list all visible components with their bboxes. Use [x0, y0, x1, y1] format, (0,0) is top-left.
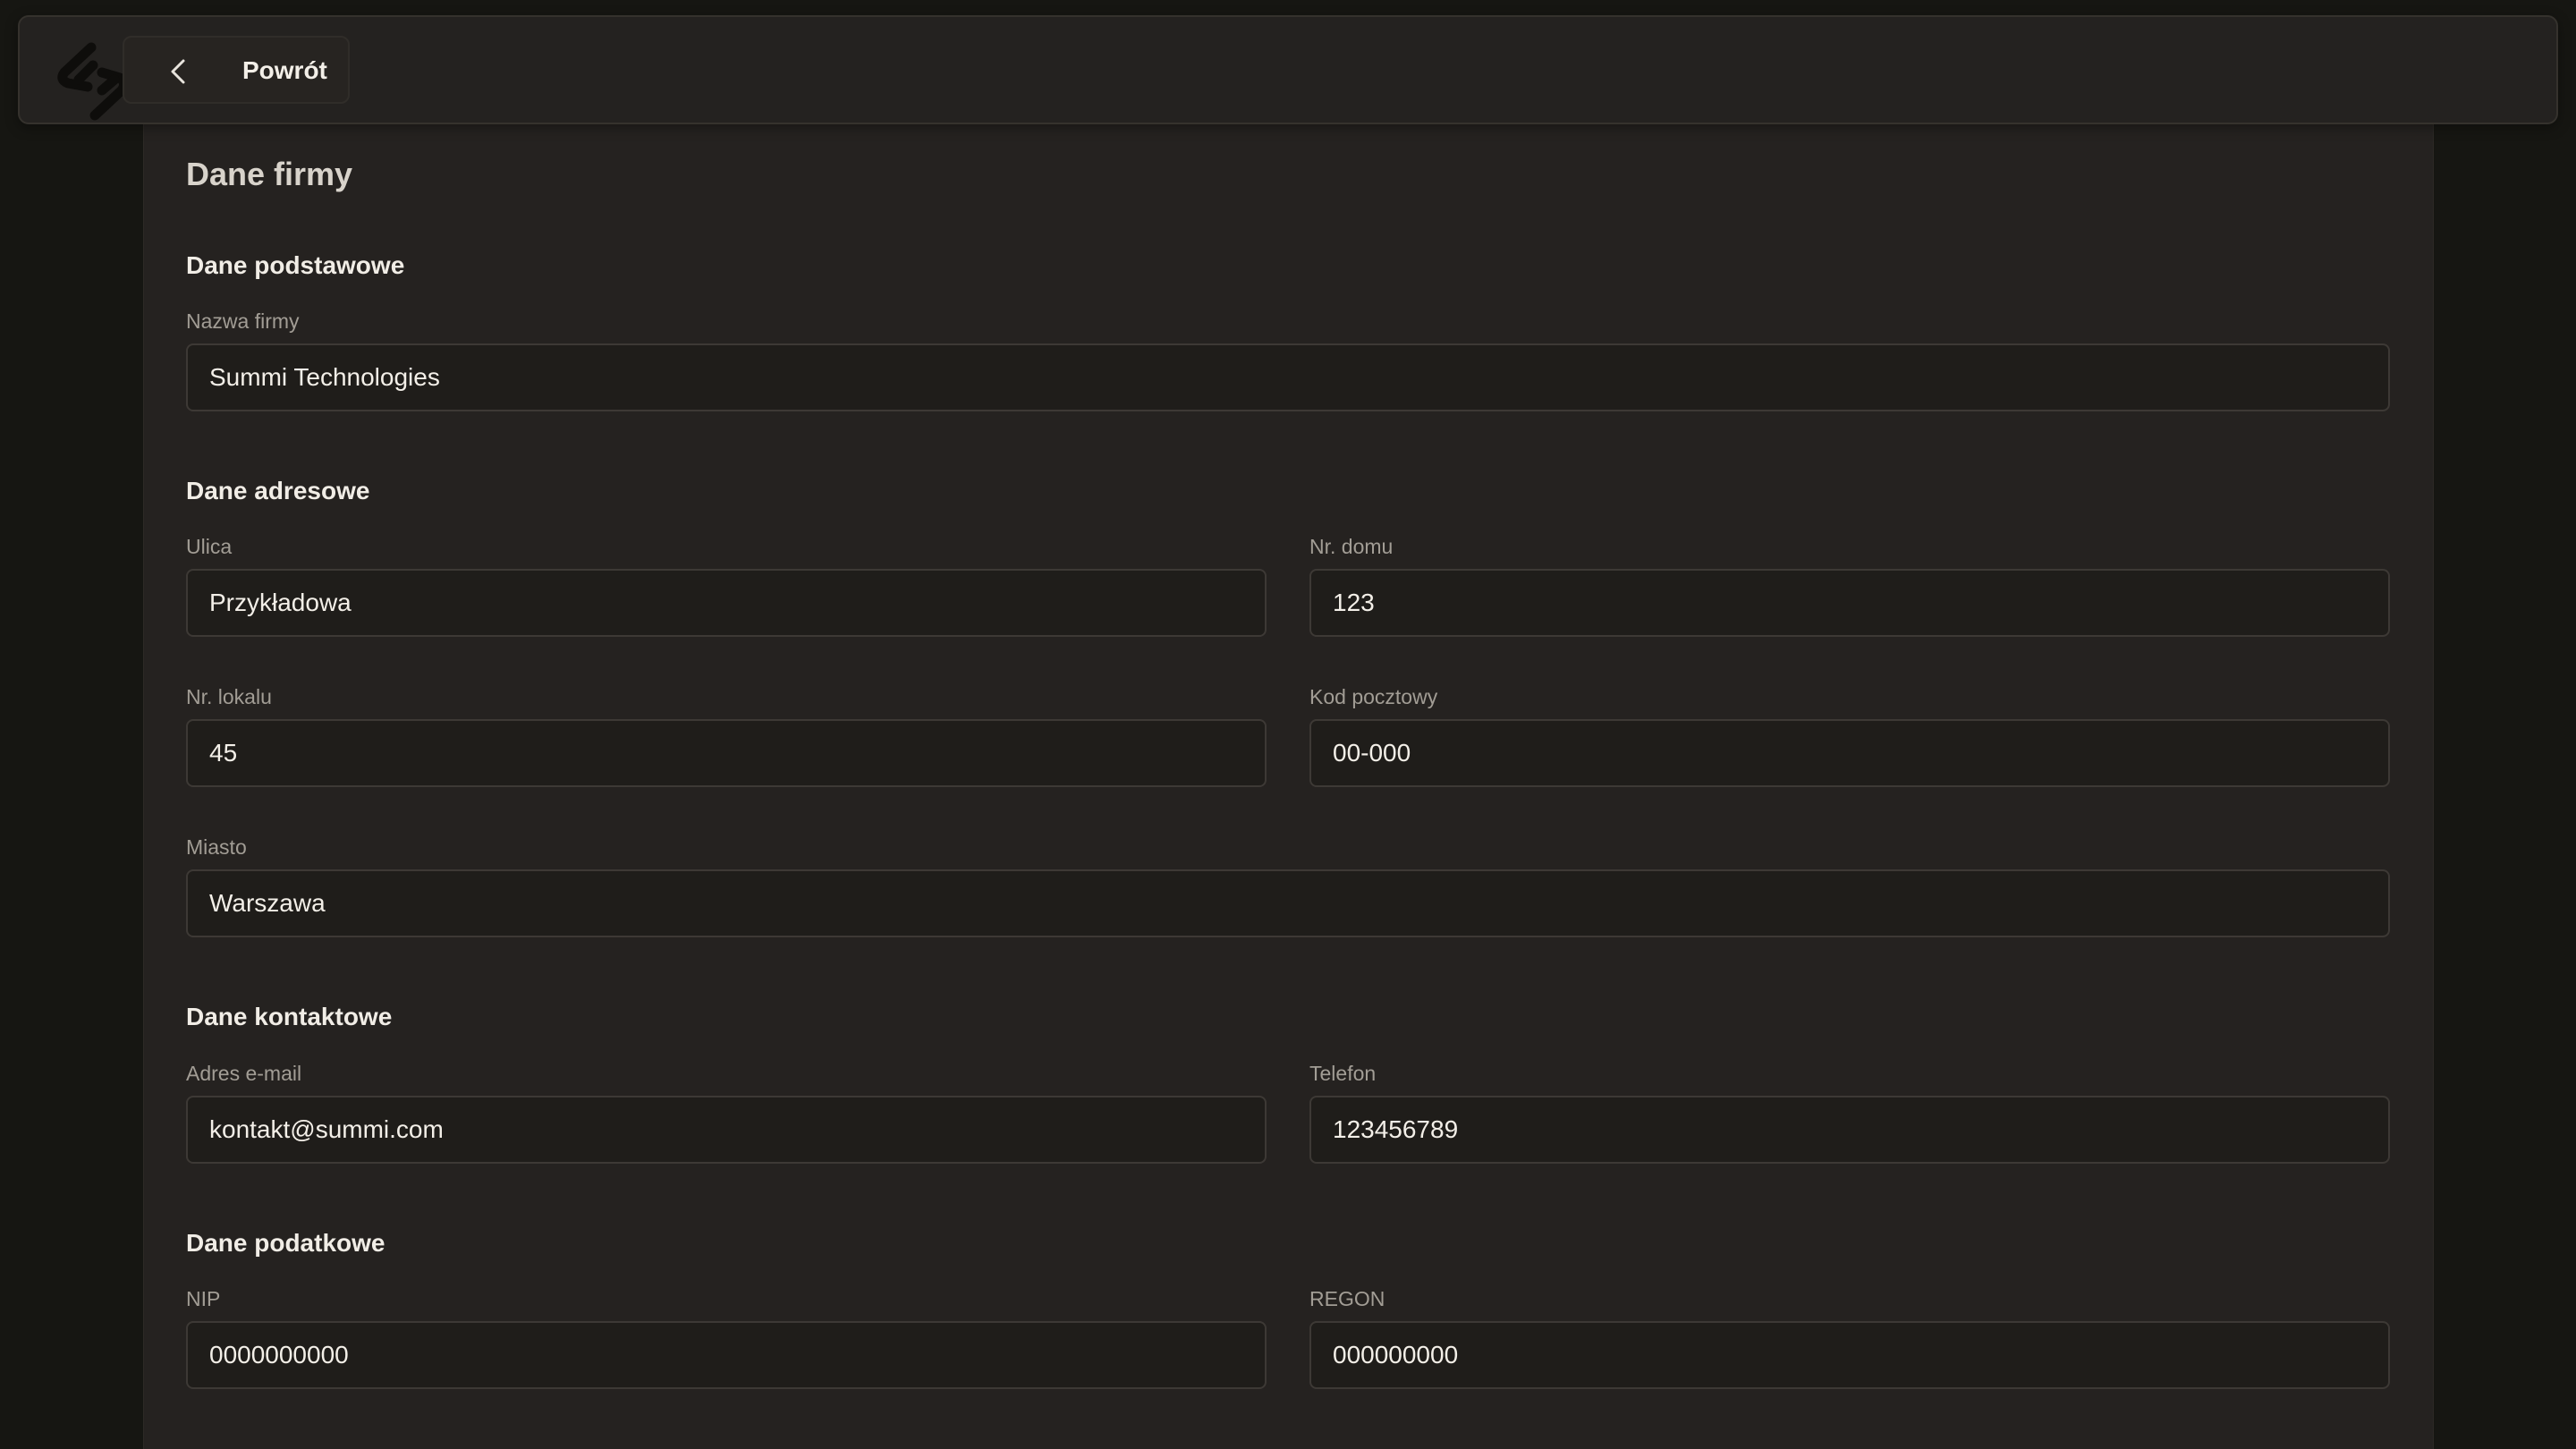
page-title: Dane firmy: [186, 156, 353, 192]
back-button-label: Powrót: [242, 56, 327, 84]
top-bar: Powrót: [18, 15, 2558, 124]
chevron-left-icon: [171, 59, 185, 84]
regon-field[interactable]: [1309, 1321, 2390, 1389]
apartment-number-label: Nr. lokalu: [186, 685, 272, 708]
email-label: Adres e-mail: [186, 1062, 302, 1085]
section-title-tax: Dane podatkowe: [186, 1229, 386, 1257]
house-number-label: Nr. domu: [1309, 535, 1394, 558]
section-title-contact: Dane kontaktowe: [186, 1003, 393, 1030]
phone-field[interactable]: [1309, 1096, 2390, 1164]
house-number-field[interactable]: [1309, 569, 2390, 637]
city-label: Miasto: [186, 835, 247, 859]
postal-code-field[interactable]: [1309, 719, 2390, 787]
company-name-field[interactable]: [186, 343, 2390, 411]
apartment-number-field[interactable]: [186, 719, 1267, 787]
street-field[interactable]: [186, 569, 1267, 637]
section-title-basic: Dane podstawowe: [186, 251, 405, 279]
nip-field[interactable]: [186, 1321, 1267, 1389]
back-button[interactable]: Powrót: [123, 36, 350, 104]
email-field[interactable]: [186, 1096, 1267, 1164]
regon-label: REGON: [1309, 1287, 1385, 1310]
postal-code-label: Kod pocztowy: [1309, 685, 1438, 708]
company-name-label: Nazwa firmy: [186, 309, 300, 333]
nip-label: NIP: [186, 1287, 221, 1310]
city-field[interactable]: [186, 869, 2390, 937]
section-title-address: Dane adresowe: [186, 477, 370, 504]
street-label: Ulica: [186, 535, 233, 558]
phone-label: Telefon: [1309, 1062, 1377, 1085]
page: Powrót Dane firmy Dane podstawowe Nazwa …: [0, 0, 2576, 1449]
